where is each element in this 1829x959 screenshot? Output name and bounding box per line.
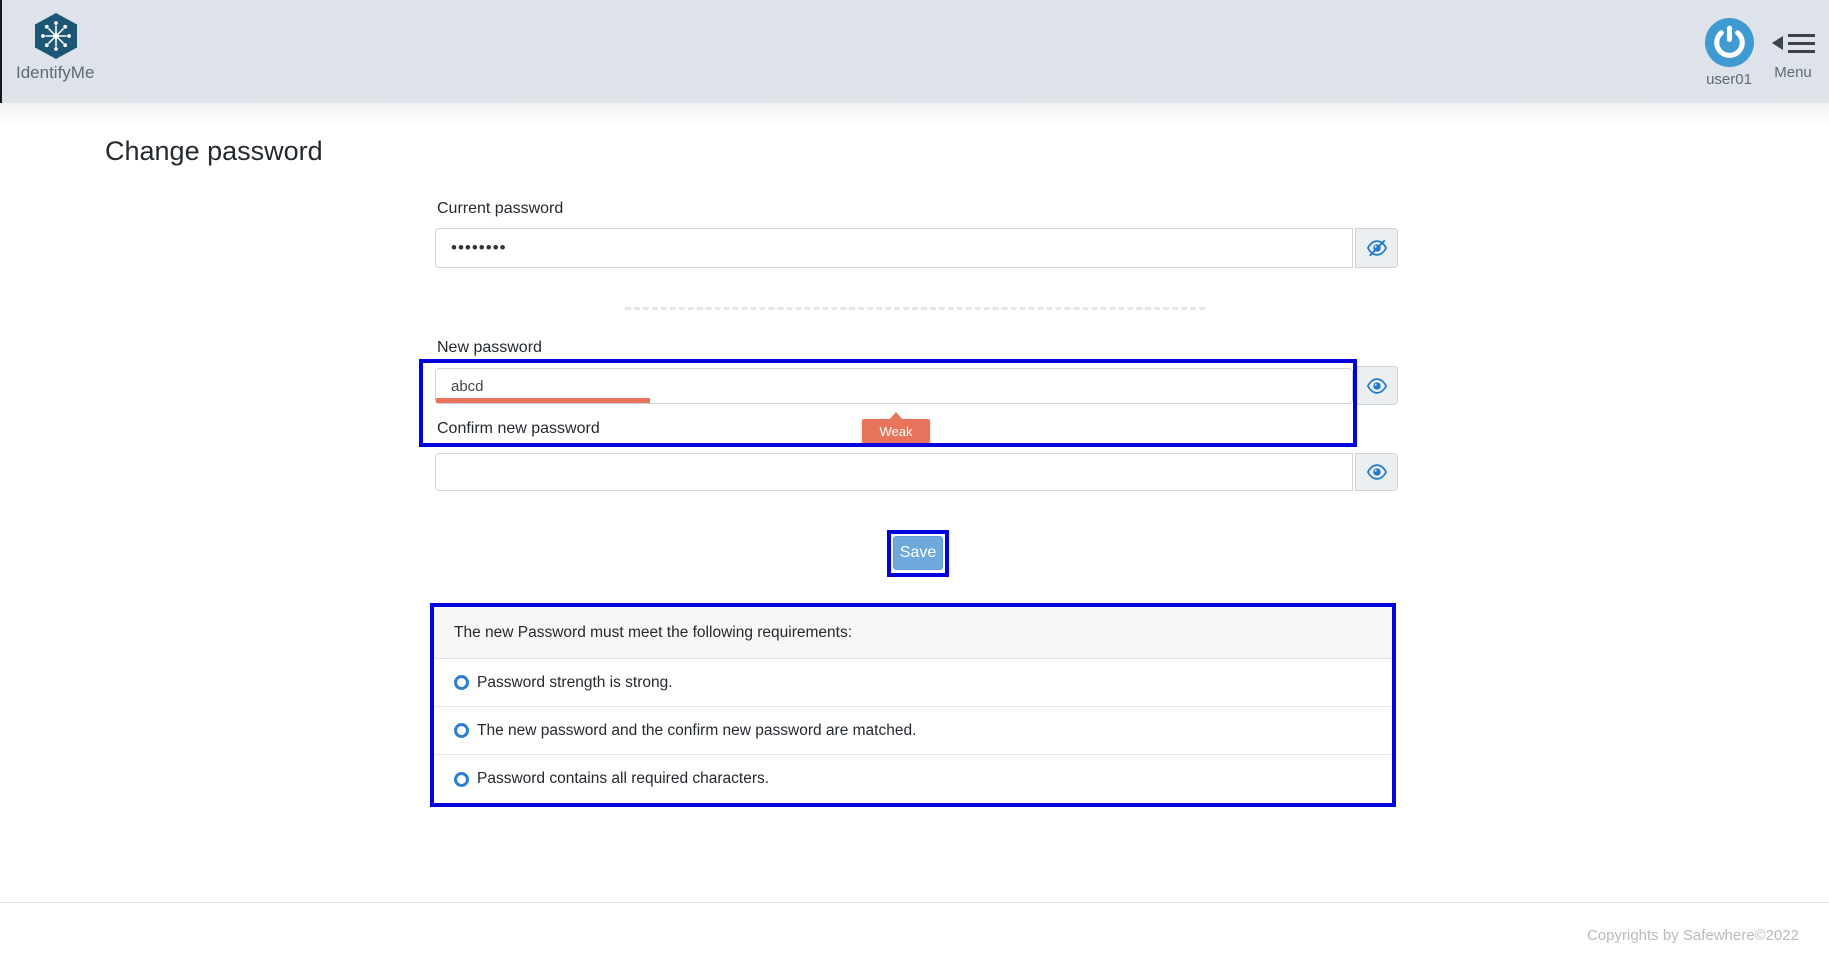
eye-slash-icon	[1366, 237, 1388, 259]
eye-icon	[1366, 375, 1388, 397]
header-shadow	[0, 103, 1829, 127]
app-name: IdentifyMe	[16, 63, 94, 83]
strength-tooltip: Weak	[862, 419, 930, 444]
confirm-password-input[interactable]	[435, 453, 1353, 491]
app-header: IdentifyMe user01 Menu	[0, 0, 1829, 103]
requirement-ring-icon	[454, 723, 469, 738]
page-title: Change password	[105, 136, 323, 167]
confirm-password-toggle-button[interactable]	[1355, 453, 1398, 491]
eye-icon	[1366, 461, 1388, 483]
tooltip-arrow-icon	[889, 412, 903, 420]
requirement-ring-icon	[454, 772, 469, 787]
change-password-page: IdentifyMe user01 Menu Change password C…	[0, 0, 1829, 959]
current-password-input[interactable]	[435, 228, 1353, 268]
password-strength-bar	[436, 398, 650, 403]
requirement-row: Password contains all required character…	[434, 755, 1392, 803]
requirement-text: Password strength is strong.	[477, 674, 673, 692]
requirements-panel: The new Password must meet the following…	[434, 607, 1392, 803]
requirement-row: The new password and the confirm new pas…	[434, 707, 1392, 755]
requirements-title: The new Password must meet the following…	[434, 607, 1392, 659]
save-button[interactable]: Save	[893, 536, 943, 570]
app-logo[interactable]: IdentifyMe	[16, 12, 94, 83]
copyright-text: Copyrights by Safewhere©2022	[1587, 927, 1799, 944]
menu-icon	[1765, 28, 1821, 58]
strength-tooltip-label: Weak	[880, 424, 913, 439]
section-divider	[625, 307, 1205, 310]
new-password-toggle-button[interactable]	[1355, 366, 1398, 405]
current-password-toggle-button[interactable]	[1355, 228, 1398, 268]
requirement-text: Password contains all required character…	[477, 770, 769, 788]
power-icon	[1705, 18, 1754, 67]
menu-button[interactable]: Menu	[1765, 28, 1821, 81]
current-password-label: Current password	[437, 200, 563, 218]
window-edge	[0, 0, 2, 103]
username-label: user01	[1694, 71, 1764, 88]
requirement-ring-icon	[454, 675, 469, 690]
logout-button[interactable]: user01	[1694, 18, 1764, 88]
confirm-password-label: Confirm new password	[437, 420, 600, 438]
snowflake-logo-icon	[33, 12, 79, 60]
new-password-label: New password	[437, 339, 542, 357]
app-footer: Copyrights by Safewhere©2022	[0, 902, 1829, 959]
requirement-row: Password strength is strong.	[434, 659, 1392, 707]
requirement-text: The new password and the confirm new pas…	[477, 722, 916, 740]
menu-label: Menu	[1765, 64, 1821, 81]
